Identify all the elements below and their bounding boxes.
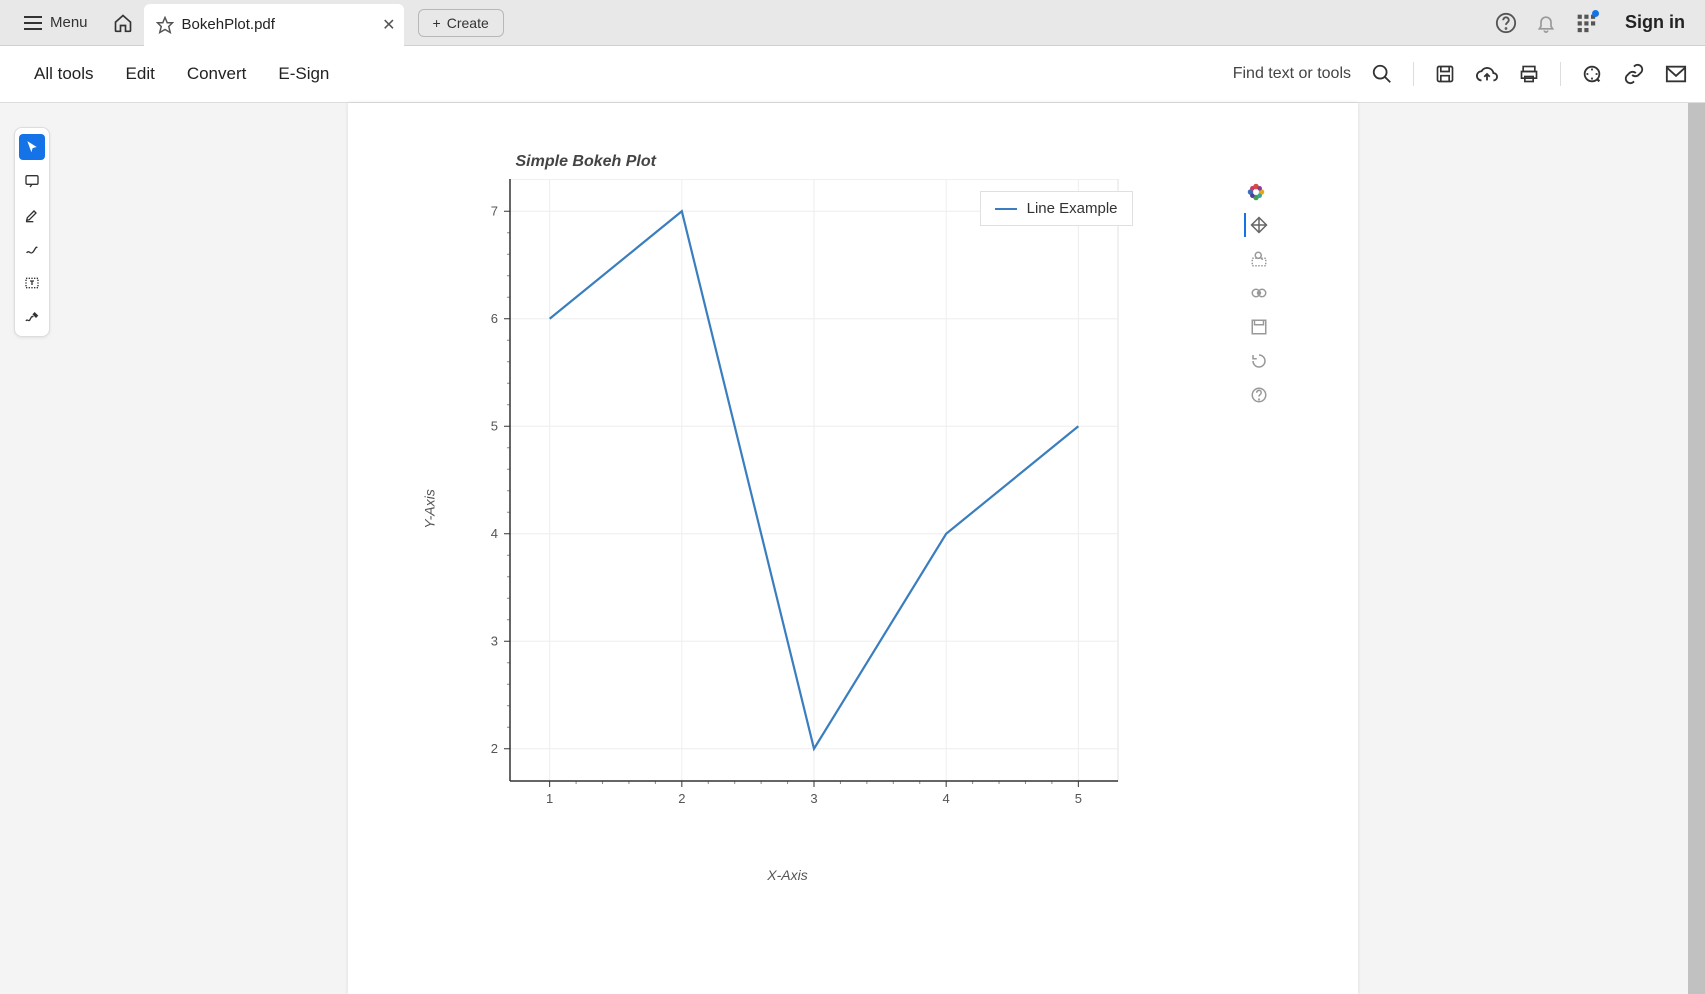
highlight-icon xyxy=(24,207,40,223)
document-tab[interactable]: BokehPlot.pdf ✕ xyxy=(144,4,404,46)
svg-text:2: 2 xyxy=(490,741,497,756)
bokeh-toolbar xyxy=(1244,181,1268,407)
box-zoom-icon xyxy=(1250,250,1268,268)
svg-text:1: 1 xyxy=(546,791,553,806)
print-icon xyxy=(1519,64,1539,84)
search-icon xyxy=(1371,63,1393,85)
plus-icon: + xyxy=(433,15,441,31)
apps-button[interactable] xyxy=(1575,12,1597,34)
help-icon xyxy=(1495,12,1517,34)
svg-text:2: 2 xyxy=(678,791,685,806)
ai-button[interactable] xyxy=(1581,63,1603,85)
svg-text:4: 4 xyxy=(942,791,949,806)
sign-in-button[interactable]: Sign in xyxy=(1625,12,1685,33)
upload-button[interactable] xyxy=(1476,63,1498,85)
svg-text:3: 3 xyxy=(490,633,497,648)
legend-line-swatch xyxy=(995,208,1017,210)
chart-container: Simple Bokeh Plot 23456712345 Y-Axis X-A… xyxy=(448,153,1128,839)
link-icon xyxy=(1623,63,1645,85)
mail-icon xyxy=(1665,63,1687,85)
header-right: Sign in xyxy=(1495,12,1691,34)
toolbar-tab-esign[interactable]: E-Sign xyxy=(262,64,345,84)
find-text-label[interactable]: Find text or tools xyxy=(1233,65,1351,83)
select-tool[interactable] xyxy=(19,134,45,160)
secondary-toolbar: All tools Edit Convert E-Sign Find text … xyxy=(0,46,1705,103)
plot-area: 23456712345 Y-Axis X-Axis Line Example xyxy=(448,179,1128,839)
close-tab-button[interactable]: ✕ xyxy=(382,15,395,35)
notification-dot xyxy=(1592,10,1599,17)
chart-legend[interactable]: Line Example xyxy=(980,191,1133,226)
divider xyxy=(1560,62,1561,86)
text-icon xyxy=(24,275,40,291)
side-tools-panel xyxy=(14,127,50,337)
home-button[interactable] xyxy=(112,12,134,34)
save-button[interactable] xyxy=(1434,63,1456,85)
hamburger-icon xyxy=(24,16,42,30)
comment-tool[interactable] xyxy=(19,168,45,194)
highlight-tool[interactable] xyxy=(19,202,45,228)
scrollbar-thumb[interactable] xyxy=(1688,103,1705,994)
main-content: Simple Bokeh Plot 2 3 4 5 6 7 1 2 3 4 5 Y-Axis X-A… xyxy=(0,103,1705,994)
legend-label: Line Example xyxy=(1027,200,1118,217)
cursor-icon xyxy=(25,140,39,154)
svg-text:5: 5 xyxy=(490,418,497,433)
signature-icon xyxy=(24,309,40,325)
svg-text:3: 3 xyxy=(810,791,817,806)
reset-tool[interactable] xyxy=(1244,349,1268,373)
pan-icon xyxy=(1250,216,1268,234)
menu-label: Menu xyxy=(50,14,88,31)
email-button[interactable] xyxy=(1665,63,1687,85)
wheel-zoom-icon xyxy=(1250,284,1268,302)
bokeh-help-icon xyxy=(1250,386,1268,404)
bell-icon xyxy=(1536,13,1556,33)
app-header: Menu BokehPlot.pdf ✕ + Create Sign in xyxy=(0,0,1705,46)
toolbar-tab-alltools[interactable]: All tools xyxy=(18,64,110,84)
search-button[interactable] xyxy=(1371,63,1393,85)
toolbar-tab-edit[interactable]: Edit xyxy=(110,64,171,84)
divider xyxy=(1413,62,1414,86)
notifications-button[interactable] xyxy=(1535,12,1557,34)
svg-text:5: 5 xyxy=(1074,791,1081,806)
svg-text:4: 4 xyxy=(490,526,497,541)
toolbar-right: Find text or tools xyxy=(1233,62,1687,86)
print-button[interactable] xyxy=(1518,63,1540,85)
svg-text:6: 6 xyxy=(490,311,497,326)
box-zoom-tool[interactable] xyxy=(1244,247,1268,271)
create-label: Create xyxy=(447,15,489,31)
save-plot-tool[interactable] xyxy=(1244,315,1268,339)
comment-icon xyxy=(24,173,40,189)
svg-text:7: 7 xyxy=(490,203,497,218)
link-button[interactable] xyxy=(1623,63,1645,85)
pdf-page: Simple Bokeh Plot 2 3 4 5 6 7 1 2 3 4 5 Y-Axis X-A… xyxy=(348,103,1358,994)
chart-title: Simple Bokeh Plot xyxy=(516,153,1128,171)
bokeh-help-tool[interactable] xyxy=(1244,383,1268,407)
save-plot-icon xyxy=(1250,318,1268,336)
sign-tool[interactable] xyxy=(19,304,45,330)
reset-icon xyxy=(1250,352,1268,370)
star-icon[interactable] xyxy=(156,16,174,34)
bokeh-logo-icon[interactable] xyxy=(1245,181,1267,203)
x-axis-label: X-Axis xyxy=(767,867,807,883)
y-axis-label: Y-Axis xyxy=(421,489,437,528)
help-button[interactable] xyxy=(1495,12,1517,34)
home-icon xyxy=(113,13,133,33)
draw-tool[interactable] xyxy=(19,236,45,262)
wheel-zoom-tool[interactable] xyxy=(1244,281,1268,305)
pan-tool[interactable] xyxy=(1244,213,1268,237)
tab-filename: BokehPlot.pdf xyxy=(182,16,275,33)
chart-svg: 2 3 4 5 6 7 1 2 3 4 5 xyxy=(448,179,1128,839)
toolbar-tab-convert[interactable]: Convert xyxy=(171,64,263,84)
text-tool[interactable] xyxy=(19,270,45,296)
sparkle-icon xyxy=(1581,63,1603,85)
draw-icon xyxy=(24,241,40,257)
create-button[interactable]: + Create xyxy=(418,9,504,37)
menu-button[interactable]: Menu xyxy=(14,8,98,37)
cloud-upload-icon xyxy=(1476,63,1498,85)
save-icon xyxy=(1435,64,1455,84)
scrollbar-track[interactable] xyxy=(1688,103,1705,994)
